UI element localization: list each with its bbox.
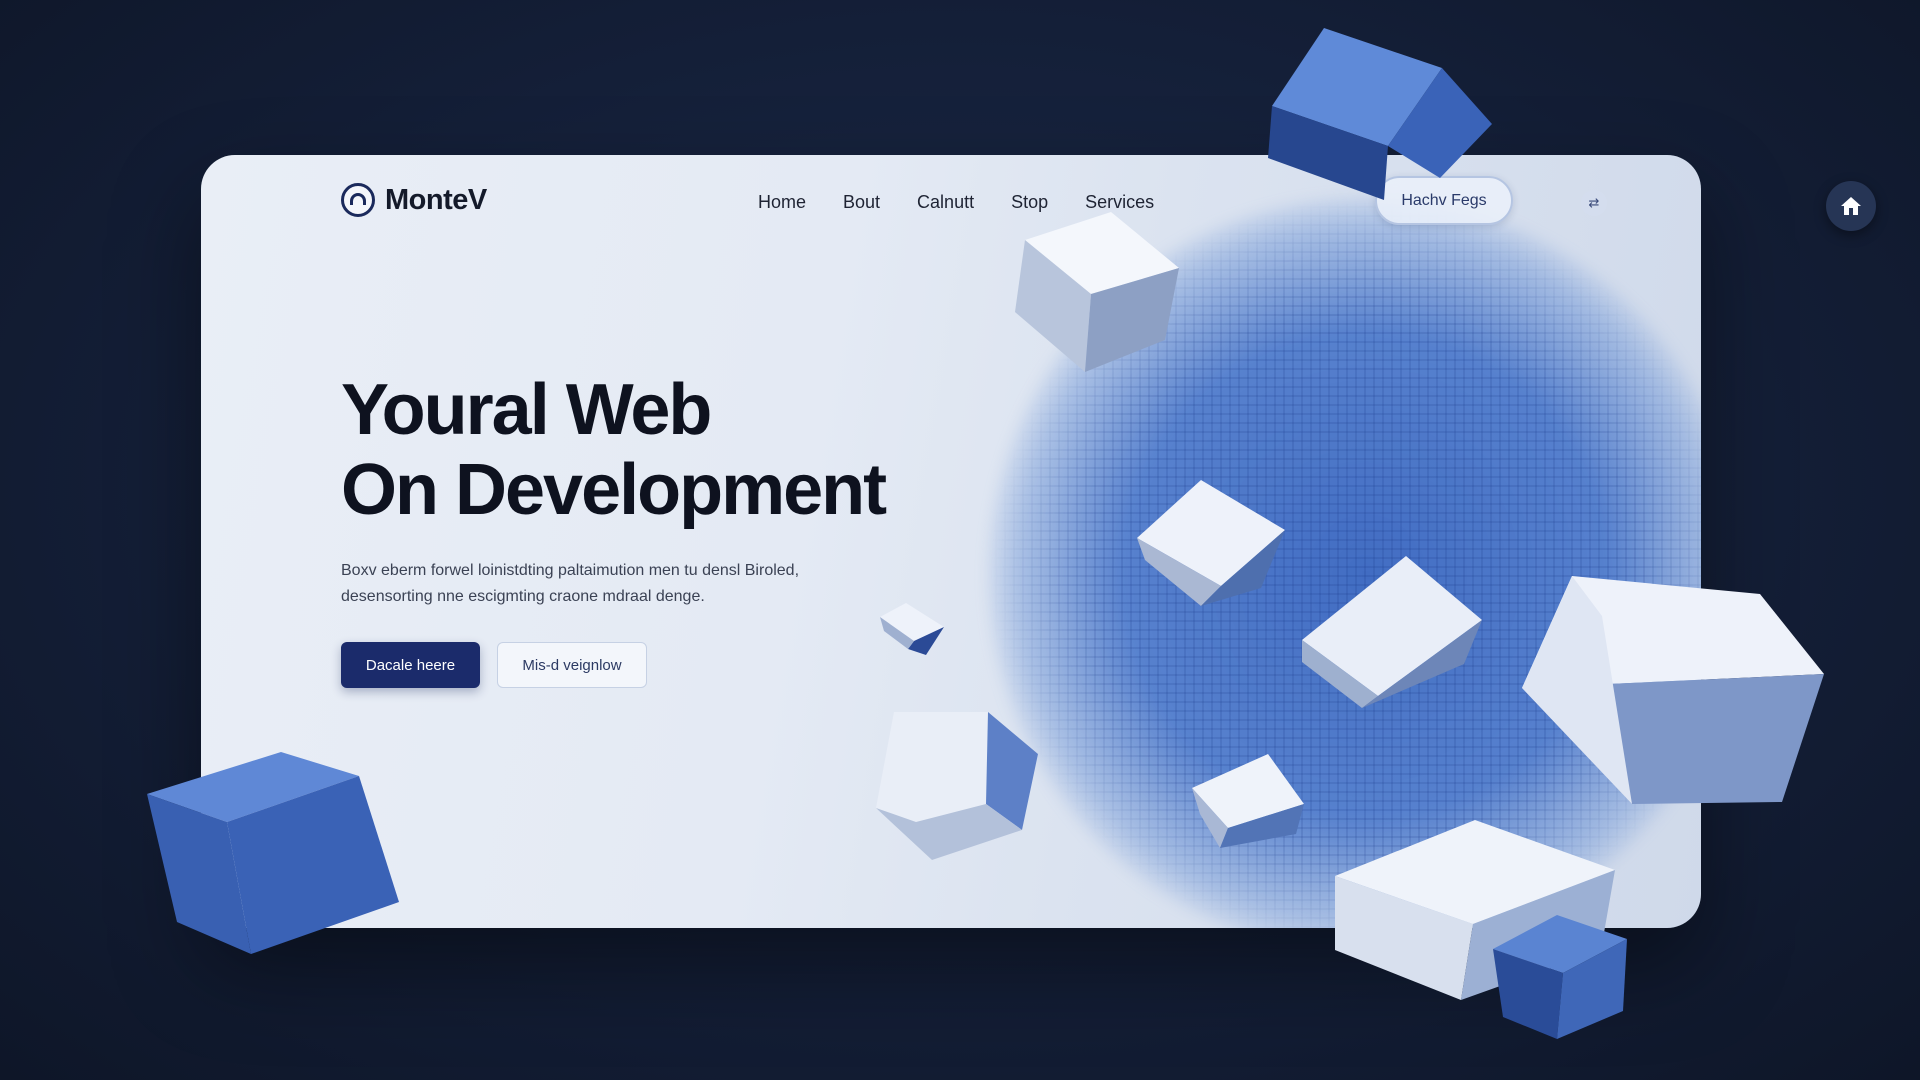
- nav-item-bout[interactable]: Bout: [843, 192, 880, 213]
- cube-decoration-tiny: [880, 603, 944, 655]
- cube-decoration-hex: [876, 712, 1038, 860]
- nav-item-home[interactable]: Home: [758, 192, 806, 213]
- hero-title: Youral Web On Development: [341, 370, 887, 530]
- home-icon: [1841, 197, 1861, 215]
- hero-description: Boxv eberm forwel loinistdting paltaimut…: [341, 562, 800, 605]
- logo-mark-icon: [341, 183, 375, 217]
- primary-cta-button[interactable]: Dacale heere: [341, 642, 480, 688]
- nav-item-stop[interactable]: Stop: [1011, 192, 1048, 213]
- cube-decoration-top-right: [1268, 28, 1492, 200]
- cube-decoration-center-right: [1302, 556, 1482, 708]
- scene: MonteV Home Bout Calnutt Stop Services H…: [0, 0, 1920, 1080]
- cube-decoration-bottom-left: [147, 752, 399, 954]
- brand-name: MonteV: [385, 183, 487, 216]
- cube-decoration-bottom-right: [1493, 915, 1627, 1039]
- secondary-cta-button[interactable]: Mis-d veignlow: [497, 642, 647, 688]
- brand-logo[interactable]: MonteV: [341, 183, 487, 217]
- swap-arrows-icon: ⇄: [1588, 195, 1600, 210]
- cube-decoration-center: [1137, 480, 1285, 606]
- nav-item-services[interactable]: Services: [1085, 192, 1154, 213]
- cube-decoration-large-right: [1522, 576, 1824, 804]
- nav-toggle-button[interactable]: ⇄: [1581, 190, 1607, 216]
- main-nav: Home Bout Calnutt Stop Services: [758, 192, 1154, 213]
- nav-item-calnutt[interactable]: Calnutt: [917, 192, 974, 213]
- hero-title-line2: On Development: [341, 450, 887, 530]
- home-button[interactable]: [1826, 181, 1876, 231]
- cube-decoration-lower-mid: [1192, 754, 1304, 848]
- hero-title-line1: Youral Web: [341, 370, 712, 450]
- cube-decoration-upper-mid: [1015, 212, 1179, 372]
